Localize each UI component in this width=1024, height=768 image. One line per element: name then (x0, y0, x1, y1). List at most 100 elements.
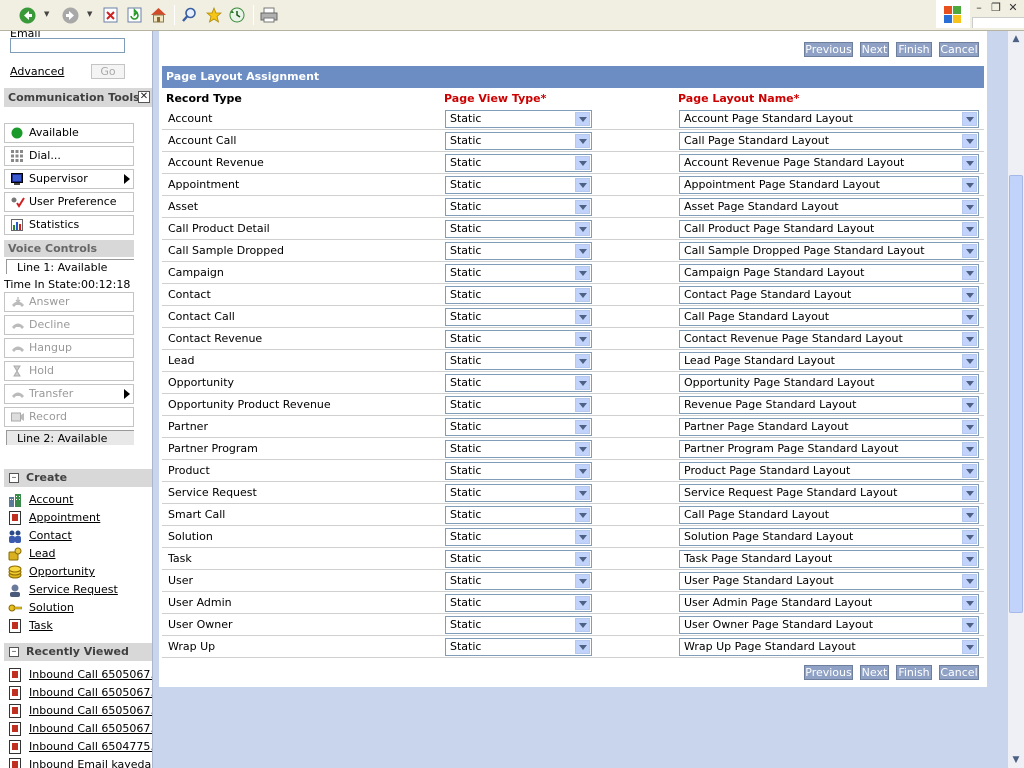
dropdown-arrow-icon[interactable] (962, 112, 977, 126)
dropdown-arrow-icon[interactable] (575, 574, 590, 588)
print-icon[interactable] (260, 6, 278, 24)
page-view-type-select[interactable]: Static (445, 550, 592, 568)
line-1-status[interactable]: Line 1: Available (6, 259, 134, 274)
page-layout-name-select[interactable]: Partner Page Standard Layout (679, 418, 979, 436)
page-layout-name-select[interactable]: Call Page Standard Layout (679, 506, 979, 524)
page-layout-name-select[interactable]: Wrap Up Page Standard Layout (679, 638, 979, 656)
dropdown-arrow-icon[interactable] (575, 486, 590, 500)
recent-item[interactable]: Inbound Call 6505067… (8, 703, 152, 719)
close-panel-icon[interactable]: ✕ (138, 91, 150, 103)
stop-icon[interactable] (101, 6, 119, 24)
dropdown-arrow-icon[interactable] (962, 618, 977, 632)
page-view-type-select[interactable]: Static (445, 330, 592, 348)
page-view-type-select[interactable]: Static (445, 132, 592, 150)
page-view-type-select[interactable]: Static (445, 418, 592, 436)
user-preference-button[interactable]: User Preference (4, 192, 134, 212)
page-layout-name-select[interactable]: Appointment Page Standard Layout (679, 176, 979, 194)
dropdown-arrow-icon[interactable] (575, 222, 590, 236)
create-task-link[interactable]: Task (8, 618, 53, 634)
minimize-icon[interactable]: – (971, 1, 987, 15)
forward-dropdown-icon[interactable]: ▼ (87, 10, 94, 19)
home-icon[interactable] (149, 6, 167, 24)
go-button[interactable]: Go (91, 64, 125, 79)
dial-button[interactable]: Dial... (4, 146, 134, 166)
dropdown-arrow-icon[interactable] (575, 178, 590, 192)
create-contact-link[interactable]: Contact (8, 528, 72, 544)
page-layout-name-select[interactable]: User Owner Page Standard Layout (679, 616, 979, 634)
page-layout-name-select[interactable]: Lead Page Standard Layout (679, 352, 979, 370)
dropdown-arrow-icon[interactable] (962, 442, 977, 456)
previous-button-bottom[interactable]: Previous (804, 665, 853, 680)
recent-item[interactable]: Inbound Call 6504775… (8, 739, 152, 755)
finish-button-top[interactable]: Finish (896, 42, 932, 57)
create-service-request-link[interactable]: Service Request (8, 582, 118, 598)
dropdown-arrow-icon[interactable] (575, 354, 590, 368)
page-view-type-select[interactable]: Static (445, 352, 592, 370)
dropdown-arrow-icon[interactable] (962, 310, 977, 324)
back-dropdown-icon[interactable]: ▼ (44, 10, 51, 19)
page-layout-name-select[interactable]: Call Page Standard Layout (679, 308, 979, 326)
page-layout-name-select[interactable]: Campaign Page Standard Layout (679, 264, 979, 282)
page-view-type-select[interactable]: Static (445, 462, 592, 480)
page-layout-name-select[interactable]: Revenue Page Standard Layout (679, 396, 979, 414)
next-button-bottom[interactable]: Next (860, 665, 889, 680)
page-view-type-select[interactable]: Static (445, 110, 592, 128)
hold-button[interactable]: Hold (4, 361, 134, 381)
dropdown-arrow-icon[interactable] (575, 552, 590, 566)
page-view-type-select[interactable]: Static (445, 506, 592, 524)
cancel-button-bottom[interactable]: Cancel (939, 665, 979, 680)
page-layout-name-select[interactable]: Product Page Standard Layout (679, 462, 979, 480)
dropdown-arrow-icon[interactable] (575, 596, 590, 610)
page-layout-name-select[interactable]: Service Request Page Standard Layout (679, 484, 979, 502)
next-button-top[interactable]: Next (860, 42, 889, 57)
page-view-type-select[interactable]: Static (445, 484, 592, 502)
dropdown-arrow-icon[interactable] (575, 288, 590, 302)
scroll-down-icon[interactable]: ▼ (1008, 752, 1024, 768)
dropdown-arrow-icon[interactable] (962, 178, 977, 192)
page-layout-name-select[interactable]: Task Page Standard Layout (679, 550, 979, 568)
history-icon[interactable] (228, 6, 246, 24)
available-button[interactable]: Available (4, 123, 134, 143)
dropdown-arrow-icon[interactable] (575, 618, 590, 632)
page-view-type-select[interactable]: Static (445, 528, 592, 546)
dropdown-arrow-icon[interactable] (962, 376, 977, 390)
finish-button-bottom[interactable]: Finish (896, 665, 932, 680)
cancel-button-top[interactable]: Cancel (939, 42, 979, 57)
dropdown-arrow-icon[interactable] (575, 640, 590, 654)
record-button[interactable]: Record (4, 407, 134, 427)
dropdown-arrow-icon[interactable] (575, 112, 590, 126)
recent-item[interactable]: Inbound Call 6505067… (8, 685, 152, 701)
dropdown-arrow-icon[interactable] (962, 244, 977, 258)
page-view-type-select[interactable]: Static (445, 220, 592, 238)
create-account-link[interactable]: Account (8, 492, 73, 508)
recent-item[interactable]: Inbound Call 6505067… (8, 667, 152, 683)
page-layout-name-select[interactable]: Opportunity Page Standard Layout (679, 374, 979, 392)
dropdown-arrow-icon[interactable] (962, 530, 977, 544)
back-icon[interactable] (18, 6, 36, 24)
hangup-button[interactable]: Hangup (4, 338, 134, 358)
page-view-type-select[interactable]: Static (445, 396, 592, 414)
collapse-icon[interactable]: – (9, 647, 19, 657)
dropdown-arrow-icon[interactable] (575, 134, 590, 148)
recent-item[interactable]: Inbound Email kayeda… (8, 757, 152, 768)
page-layout-name-select[interactable]: Call Sample Dropped Page Standard Layout (679, 242, 979, 260)
page-view-type-select[interactable]: Static (445, 286, 592, 304)
dropdown-arrow-icon[interactable] (575, 200, 590, 214)
dropdown-arrow-icon[interactable] (962, 596, 977, 610)
create-lead-link[interactable]: Lead (8, 546, 55, 562)
dropdown-arrow-icon[interactable] (962, 200, 977, 214)
page-view-type-select[interactable]: Static (445, 572, 592, 590)
dropdown-arrow-icon[interactable] (962, 640, 977, 654)
favorites-icon[interactable] (205, 6, 223, 24)
line-2-status[interactable]: Line 2: Available (6, 430, 134, 445)
recent-item[interactable]: Inbound Call 6505067… (8, 721, 152, 737)
page-view-type-select[interactable]: Static (445, 198, 592, 216)
answer-button[interactable]: Answer (4, 292, 134, 312)
page-layout-name-select[interactable]: Contact Page Standard Layout (679, 286, 979, 304)
page-layout-name-select[interactable]: Call Page Standard Layout (679, 132, 979, 150)
page-view-type-select[interactable]: Static (445, 374, 592, 392)
create-solution-link[interactable]: Solution (8, 600, 74, 616)
dropdown-arrow-icon[interactable] (962, 486, 977, 500)
dropdown-arrow-icon[interactable] (575, 266, 590, 280)
page-layout-name-select[interactable]: Account Page Standard Layout (679, 110, 979, 128)
